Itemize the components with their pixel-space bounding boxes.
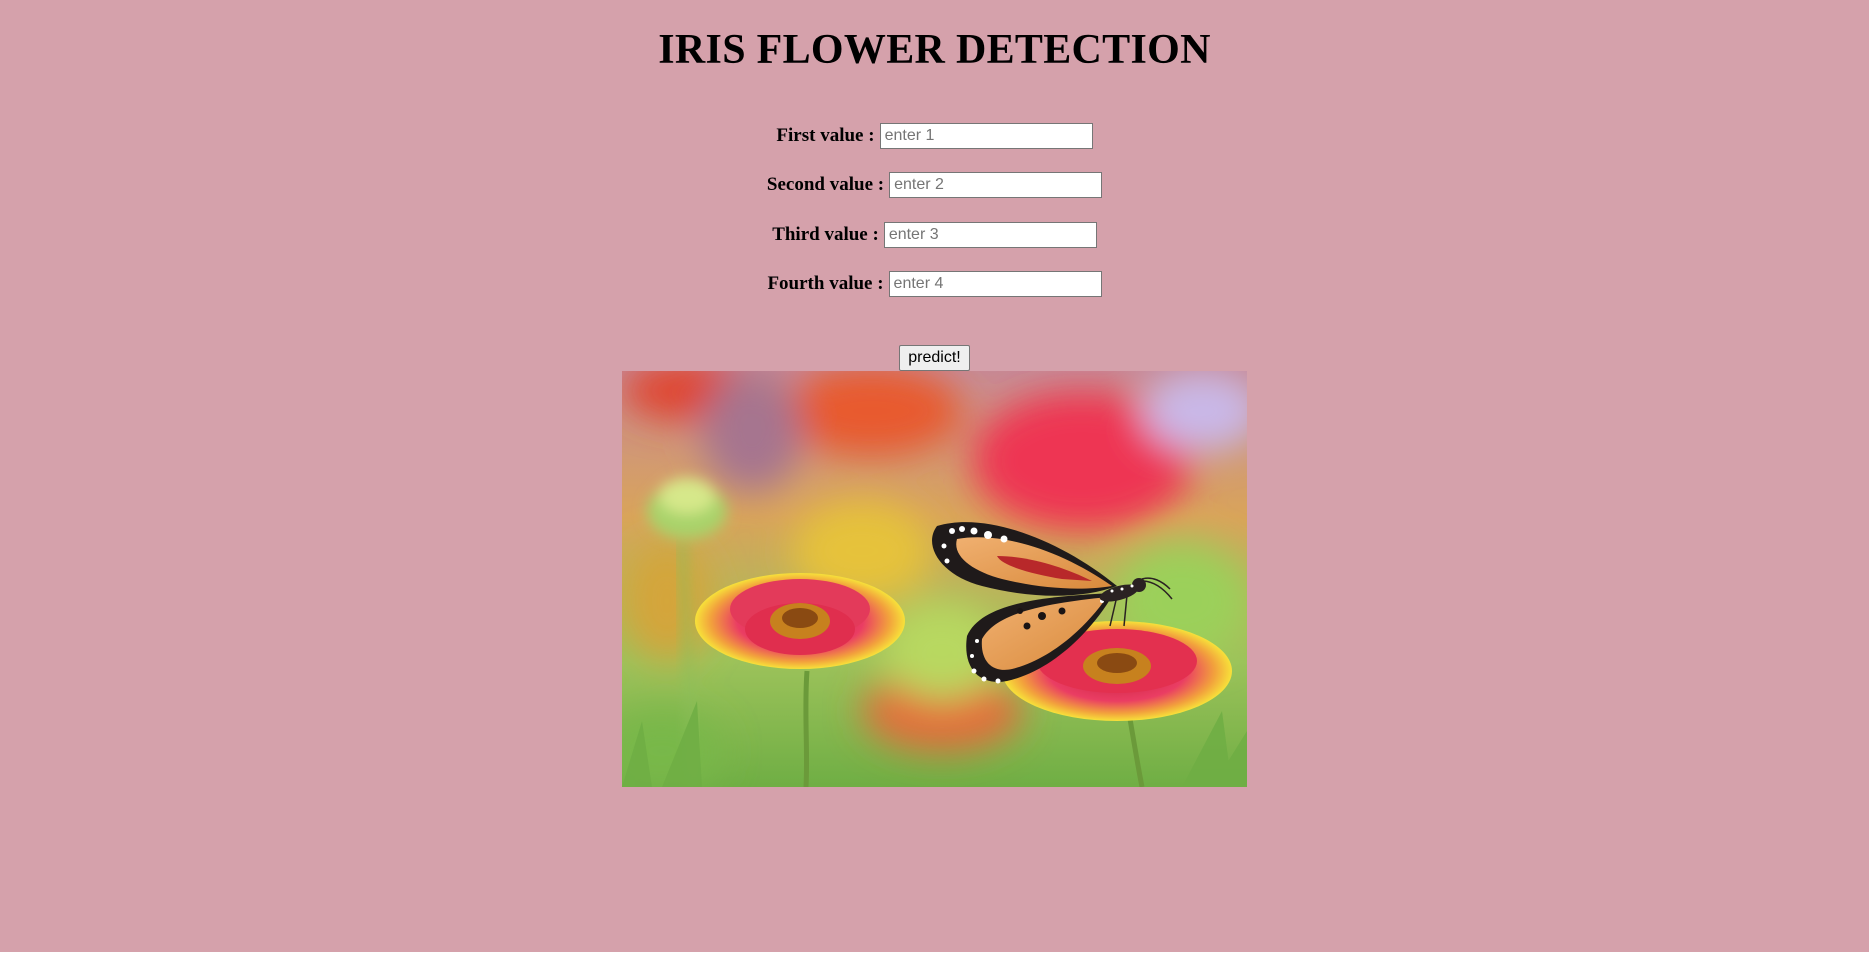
predict-button-wrap: predict! — [0, 345, 1869, 371]
fourth-value-label: Fourth value : — [767, 273, 884, 294]
first-value-row: First value : — [0, 122, 1869, 150]
third-value-row: Third value : — [0, 221, 1869, 249]
first-value-input[interactable] — [879, 123, 1093, 149]
page: IRIS FLOWER DETECTION First value : Seco… — [0, 0, 1869, 953]
second-value-row: Second value : — [0, 171, 1869, 199]
predict-button[interactable]: predict! — [899, 345, 970, 371]
page-body: IRIS FLOWER DETECTION First value : Seco… — [0, 0, 1869, 952]
left-flower — [695, 573, 905, 669]
butterfly-flower-image — [622, 371, 1247, 787]
fourth-value-row: Fourth value : — [0, 270, 1869, 298]
page-title: IRIS FLOWER DETECTION — [658, 27, 1211, 73]
first-value-label: First value : — [776, 125, 875, 146]
third-value-input[interactable] — [883, 222, 1097, 248]
butterfly-flower-illustration — [622, 371, 1247, 787]
fourth-value-input[interactable] — [888, 271, 1102, 297]
second-value-label: Second value : — [766, 174, 885, 195]
third-value-label: Third value : — [772, 224, 879, 245]
second-value-input[interactable] — [889, 172, 1103, 198]
